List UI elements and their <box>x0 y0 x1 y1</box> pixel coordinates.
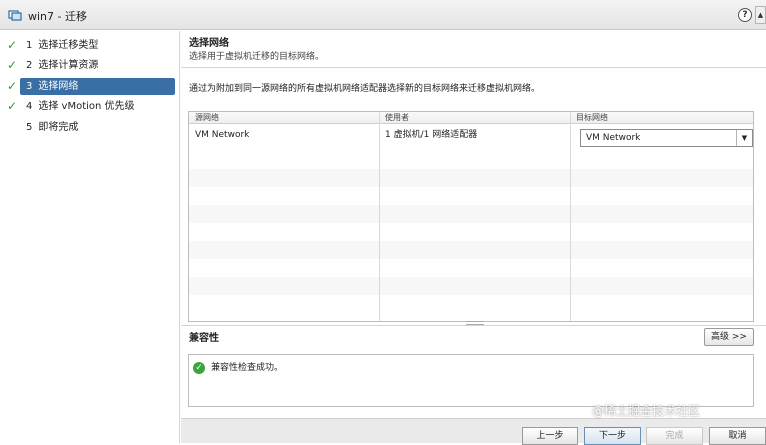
check-icon: ✓ <box>7 38 18 52</box>
next-button[interactable]: 下一步 <box>584 427 641 445</box>
header-divider <box>181 67 766 68</box>
wizard-steps-sidebar: ✓ 1 选择迁移类型 ✓ 2 选择计算资源 ✓ 3 选择网络 ✓ 4 选择 vMotio… <box>0 31 180 443</box>
page-subtitle: 选择用于虚拟机迁移的目标网络。 <box>189 52 325 62</box>
watermark: @稀土掘金技术社区 <box>592 404 701 418</box>
step-select-compute-resource[interactable]: 2 选择计算资源 <box>20 57 175 74</box>
vm-migrate-icon <box>8 10 22 21</box>
window-title: win7 - 迁移 <box>28 10 87 23</box>
cancel-button[interactable]: 取消 <box>709 427 766 445</box>
table-row-stripe <box>189 277 753 295</box>
window-title-bar: win7 - 迁移 ? ▲ <box>0 0 766 30</box>
back-button[interactable]: 上一步 <box>522 427 578 445</box>
column-separator <box>379 112 380 321</box>
compatibility-message: 兼容性检查成功。 <box>211 363 284 373</box>
destination-network-dropdown[interactable]: VM Network ▼ <box>580 129 753 147</box>
main-panel: 选择网络 选择用于虚拟机迁移的目标网络。 通过为附加到同一源网络的所有虚拟机网络… <box>181 31 766 443</box>
check-icon: ✓ <box>7 58 18 72</box>
cell-source-network: VM Network <box>195 130 250 140</box>
compatibility-title: 兼容性 <box>181 325 766 351</box>
table-row-stripe <box>189 241 753 259</box>
check-icon: ✓ <box>7 99 18 113</box>
cell-used-by: 1 虚拟机/1 网络适配器 <box>385 130 478 140</box>
step-vmotion-priority[interactable]: 4 选择 vMotion 优先级 <box>20 98 175 115</box>
step-ready-to-complete[interactable]: 5 即将完成 <box>20 119 175 136</box>
network-mapping-table: 源网络 使用者 目标网络 VM Network 1 虚拟机/1 网络适配器 VM… <box>188 111 754 322</box>
scroll-up-button[interactable]: ▲ <box>755 6 766 24</box>
step-select-migration-type[interactable]: 1 选择迁移类型 <box>20 37 175 54</box>
column-header-used-by[interactable]: 使用者 <box>379 112 570 124</box>
column-separator <box>570 112 571 321</box>
success-icon: ✓ <box>193 362 205 374</box>
chevron-down-icon[interactable]: ▼ <box>736 130 752 146</box>
finish-button[interactable]: 完成 <box>646 427 703 445</box>
column-header-destination-network[interactable]: 目标网络 <box>570 112 753 124</box>
page-title: 选择网络 <box>189 38 229 49</box>
help-icon[interactable]: ? <box>738 8 752 22</box>
compatibility-panel: ✓ 兼容性检查成功。 <box>188 354 754 407</box>
check-icon: ✓ <box>7 79 18 93</box>
step-select-network[interactable]: 3 选择网络 <box>20 78 175 95</box>
destination-network-value: VM Network <box>586 133 641 143</box>
table-row-stripe <box>189 205 753 223</box>
instruction-text: 通过为附加到同一源网络的所有虚拟机网络适配器选择新的目标网络来迁移虚拟机网络。 <box>189 84 541 94</box>
table-row-stripe <box>189 169 753 187</box>
column-header-source-network[interactable]: 源网络 <box>189 112 379 124</box>
wizard-footer: 上一步 下一步 完成 取消 <box>181 418 766 445</box>
